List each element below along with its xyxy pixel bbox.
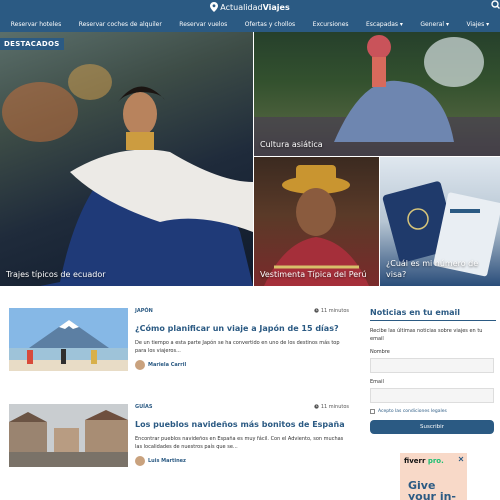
terms-row: Acepto las condiciones legales bbox=[370, 409, 496, 414]
advertisement[interactable]: fiverr pro. Give your in-house bbox=[400, 453, 467, 500]
article-title[interactable]: ¿Cómo planificar un viaje a Japón de 15 … bbox=[135, 324, 349, 334]
search-icon[interactable] bbox=[490, 0, 500, 10]
article-meta: GUÍAS 11 minutos bbox=[135, 404, 349, 410]
name-field[interactable] bbox=[370, 358, 494, 373]
featured-tile-peru[interactable]: Vestimenta Típica del Perú bbox=[254, 157, 379, 286]
article-author[interactable]: Luis Martinez bbox=[135, 456, 186, 466]
ad-text: Give your in-house bbox=[408, 479, 456, 500]
terms-checkbox[interactable] bbox=[370, 409, 375, 414]
name-label: Nombre bbox=[370, 349, 390, 355]
read-time-label: 11 minutos bbox=[320, 308, 349, 314]
logo-prefix: Actualidad bbox=[220, 3, 263, 12]
tile-caption: Vestimenta Típica del Perú bbox=[260, 270, 367, 279]
clock-icon bbox=[314, 404, 319, 409]
peru-woman-image bbox=[264, 165, 369, 286]
nav-item-excursiones[interactable]: Excursiones bbox=[313, 21, 349, 28]
read-time-label: 11 minutos bbox=[320, 404, 349, 410]
newsletter-widget: Noticias en tu email Recibe las últimas … bbox=[370, 308, 496, 434]
ad-logo: fiverr pro. bbox=[404, 457, 444, 465]
tile-caption: Cultura asiática bbox=[260, 140, 323, 149]
article-card[interactable]: JAPÓN 11 minutos ¿Cómo planificar un via… bbox=[9, 308, 349, 392]
logo-bold: Viajes bbox=[262, 3, 290, 12]
nav-item-escapadas[interactable]: Escapadas ▾ bbox=[366, 21, 403, 28]
nav-item-general[interactable]: General ▾ bbox=[420, 21, 449, 28]
site-header: ActualidadViajes Reservar hoteles Reserv… bbox=[0, 0, 500, 32]
nav-item-coches[interactable]: Reservar coches de alquiler bbox=[79, 21, 162, 28]
article-thumbnail[interactable] bbox=[9, 404, 128, 467]
ecuador-dancer-image bbox=[2, 64, 253, 286]
tile-caption: Trajes típicos de ecuador bbox=[6, 270, 106, 279]
article-title[interactable]: Los pueblos navideños más bonitos de Esp… bbox=[135, 420, 349, 430]
article-card[interactable]: GUÍAS 11 minutos Los pueblos navideños m… bbox=[9, 404, 349, 488]
ad-brand: fiverr bbox=[404, 457, 426, 465]
featured-grid: DESTACADOS Trajes típicos de ecuador Cul… bbox=[0, 32, 500, 286]
article-excerpt: De un tiempo a esta parte Japón se ha co… bbox=[135, 340, 340, 354]
subscribe-button[interactable]: Suscribir bbox=[370, 420, 494, 434]
email-label: Email bbox=[370, 379, 384, 385]
avatar bbox=[135, 360, 145, 370]
featured-badge: DESTACADOS bbox=[0, 38, 64, 50]
article-category[interactable]: GUÍAS bbox=[135, 404, 153, 410]
featured-tile-visa[interactable]: ¿Cuál es mi número de visa? bbox=[380, 157, 500, 286]
nav-item-hoteles[interactable]: Reservar hoteles bbox=[11, 21, 61, 28]
ad-brand-suffix: pro. bbox=[427, 457, 444, 465]
terms-link[interactable]: Acepto las condiciones legales bbox=[378, 409, 447, 414]
article-author[interactable]: Mariela Carril bbox=[135, 360, 186, 370]
ad-close-icon[interactable] bbox=[458, 456, 464, 462]
featured-tile-ecuador[interactable]: DESTACADOS Trajes típicos de ecuador bbox=[0, 32, 253, 286]
author-name: Luis Martinez bbox=[148, 458, 186, 464]
newsletter-title: Noticias en tu email bbox=[370, 308, 496, 321]
location-pin-icon bbox=[210, 2, 219, 12]
nav-item-viajes[interactable]: Viajes ▾ bbox=[466, 21, 489, 28]
avatar bbox=[135, 456, 145, 466]
clock-icon bbox=[314, 308, 319, 313]
featured-tile-asia[interactable]: Cultura asiática bbox=[254, 32, 500, 156]
read-time: 11 minutos bbox=[314, 308, 349, 314]
asian-culture-image bbox=[254, 35, 500, 156]
article-meta: JAPÓN 11 minutos bbox=[135, 308, 349, 314]
article-thumbnail[interactable] bbox=[9, 308, 128, 371]
nav-item-ofertas[interactable]: Ofertas y chollos bbox=[245, 21, 295, 28]
newsletter-text: Recibe las últimas noticias sobre viajes… bbox=[370, 328, 483, 342]
article-excerpt: Encontrar pueblos navideños en España es… bbox=[135, 436, 344, 450]
site-logo[interactable]: ActualidadViajes bbox=[0, 2, 500, 14]
tile-caption: ¿Cuál es mi número de visa? bbox=[386, 259, 479, 279]
spanish-village-image bbox=[9, 404, 128, 467]
nav-item-vuelos[interactable]: Reservar vuelos bbox=[179, 21, 227, 28]
author-name: Mariela Carril bbox=[148, 362, 187, 368]
main-nav: Reservar hoteles Reservar coches de alqu… bbox=[0, 18, 500, 30]
email-field[interactable] bbox=[370, 388, 494, 403]
read-time: 11 minutos bbox=[314, 404, 349, 410]
japan-landscape-image bbox=[9, 308, 128, 371]
article-category[interactable]: JAPÓN bbox=[135, 308, 153, 314]
